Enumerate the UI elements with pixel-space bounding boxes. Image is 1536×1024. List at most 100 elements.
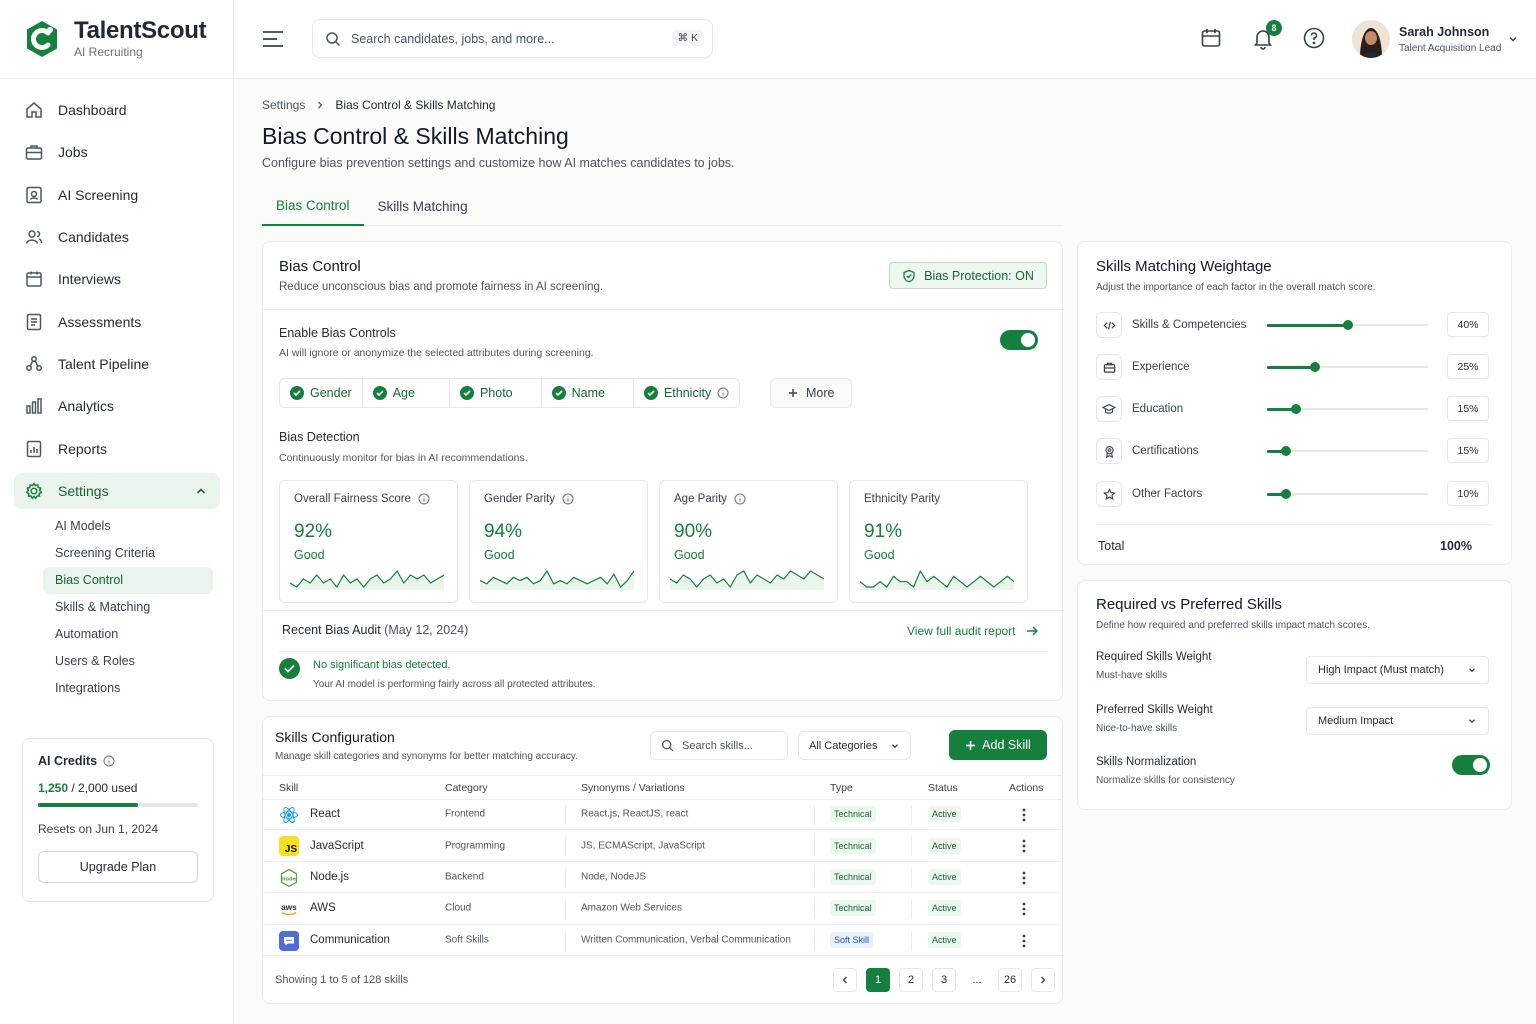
- more-vertical-icon[interactable]: [1022, 902, 1026, 916]
- subnav-automation[interactable]: Automation: [43, 621, 213, 648]
- column-header[interactable]: Synonyms / Variations: [581, 782, 685, 794]
- nav-ai-screening[interactable]: AI Screening: [14, 174, 220, 216]
- metric-card: Age Parity 90% Good: [659, 480, 838, 603]
- nav-dashboard[interactable]: Dashboard: [14, 89, 220, 131]
- weight-percent-input[interactable]: 40%: [1447, 312, 1489, 337]
- preferred-weight-select[interactable]: Medium Impact: [1306, 707, 1489, 735]
- tab-bias-control[interactable]: Bias Control: [262, 186, 364, 226]
- global-search[interactable]: ⌘ K: [312, 19, 713, 58]
- info-icon[interactable]: [418, 493, 430, 505]
- more-attributes-button[interactable]: More: [770, 378, 853, 408]
- column-header[interactable]: Type: [830, 782, 853, 794]
- weight-slider-handle[interactable]: [1281, 446, 1292, 456]
- calendar-icon: [26, 271, 42, 288]
- chat-icon: [279, 930, 299, 951]
- weight-slider-handle[interactable]: [1290, 404, 1301, 414]
- nav-settings[interactable]: Settings: [14, 472, 220, 509]
- weight-slider[interactable]: [1267, 489, 1428, 499]
- upgrade-plan-button[interactable]: Upgrade Plan: [38, 851, 198, 883]
- weight-percent-input[interactable]: 15%: [1447, 396, 1489, 421]
- skills-search[interactable]: Search skills...: [650, 731, 788, 760]
- weight-total-row: Total 100%: [1096, 524, 1492, 553]
- help-icon[interactable]: [1302, 26, 1326, 50]
- weight-percent-input[interactable]: 25%: [1447, 354, 1489, 379]
- breadcrumb: Settings Bias Control & Skills Matching: [262, 98, 495, 112]
- nodejs-icon: node: [279, 868, 299, 888]
- nav-analytics[interactable]: Analytics: [14, 385, 220, 427]
- table-row[interactable]: node Node.js Backend Node, NodeJS Techni…: [263, 862, 1062, 894]
- chip-age[interactable]: Age: [363, 379, 450, 407]
- page-button[interactable]: 3: [932, 968, 956, 992]
- weight-slider[interactable]: [1267, 320, 1428, 330]
- nav-reports[interactable]: Reports: [14, 427, 220, 469]
- nav-interviews[interactable]: Interviews: [14, 258, 220, 300]
- table-row[interactable]: Communication Soft Skills Written Commun…: [263, 925, 1062, 956]
- required-weight-select[interactable]: High Impact (Must match): [1306, 656, 1489, 684]
- weight-slider[interactable]: [1267, 404, 1428, 414]
- chip-ethnicity[interactable]: Ethnicity: [634, 379, 739, 407]
- weight-slider-handle[interactable]: [1281, 489, 1292, 499]
- app-logo[interactable]: TalentScout AI Recruiting: [22, 18, 207, 59]
- next-page-button[interactable]: [1031, 968, 1055, 992]
- tab-skills-matching[interactable]: Skills Matching: [364, 186, 482, 226]
- skill-category: Soft Skills: [445, 934, 489, 946]
- table-row[interactable]: React Frontend React.js, ReactJS, react …: [263, 799, 1062, 831]
- table-row[interactable]: aws AWS Cloud Amazon Web Services Techni…: [263, 893, 1062, 925]
- info-icon[interactable]: [562, 493, 574, 505]
- column-header[interactable]: Category: [445, 782, 488, 794]
- column-header[interactable]: Status: [928, 782, 958, 794]
- weight-percent-input[interactable]: 15%: [1447, 438, 1489, 463]
- breadcrumb-settings[interactable]: Settings: [262, 98, 305, 112]
- status-badge: Active: [928, 868, 961, 885]
- prev-page-button[interactable]: [833, 968, 857, 992]
- chip-label: Age: [392, 386, 415, 400]
- page-button[interactable]: 1: [866, 968, 890, 992]
- menu-icon[interactable]: [262, 30, 284, 48]
- subnav-bias-control[interactable]: Bias Control: [43, 566, 213, 594]
- weight-slider[interactable]: [1267, 362, 1428, 372]
- metric-card: Overall Fairness Score 92% Good: [279, 480, 458, 603]
- view-audit-link[interactable]: View full audit report: [907, 624, 1038, 638]
- page-button[interactable]: 26: [998, 968, 1022, 992]
- table-row[interactable]: JS JavaScript Programming JS, ECMAScript…: [263, 830, 1062, 862]
- more-vertical-icon[interactable]: [1022, 839, 1026, 853]
- pagination: 1 2 3 ... 26: [833, 968, 1055, 992]
- nav-talent-pipeline[interactable]: Talent Pipeline: [14, 343, 220, 385]
- chevron-down-icon[interactable]: [1507, 33, 1519, 45]
- bias-protection-badge: Bias Protection: ON: [889, 262, 1047, 289]
- chip-photo[interactable]: Photo: [450, 379, 542, 407]
- table-footer-summary: Showing 1 to 5 of 128 skills: [275, 974, 409, 986]
- nav-jobs[interactable]: Jobs: [14, 131, 220, 173]
- weight-slider-handle[interactable]: [1310, 362, 1321, 372]
- more-vertical-icon[interactable]: [1022, 808, 1026, 822]
- chip-name[interactable]: Name: [542, 379, 634, 407]
- nav-candidates[interactable]: Candidates: [14, 216, 220, 258]
- calendar-icon[interactable]: [1199, 26, 1223, 50]
- subnav-skills-matching[interactable]: Skills & Matching: [43, 594, 213, 621]
- nav-assessments[interactable]: Assessments: [14, 300, 220, 342]
- chevron-up-icon[interactable]: [194, 484, 208, 498]
- subnav-integrations[interactable]: Integrations: [43, 675, 213, 702]
- weight-slider[interactable]: [1267, 446, 1428, 456]
- subnav-screening-criteria[interactable]: Screening Criteria: [43, 540, 213, 567]
- search-input[interactable]: [351, 31, 661, 46]
- column-header[interactable]: Skill: [279, 782, 298, 794]
- subnav-ai-models[interactable]: AI Models: [43, 513, 213, 540]
- subnav-users-roles[interactable]: Users & Roles: [43, 648, 213, 675]
- user-menu[interactable]: Sarah Johnson Talent Acquisition Lead: [1352, 20, 1519, 58]
- info-icon[interactable]: [734, 493, 746, 505]
- more-vertical-icon[interactable]: [1022, 934, 1026, 948]
- add-skill-button[interactable]: Add Skill: [949, 730, 1047, 760]
- category-filter-select[interactable]: All Categories: [798, 731, 911, 760]
- skill-name: Node.js: [310, 870, 349, 883]
- info-icon[interactable]: [717, 387, 729, 399]
- enable-bias-toggle[interactable]: [1000, 330, 1038, 350]
- normalization-toggle[interactable]: [1452, 755, 1490, 775]
- credits-title: AI Credits: [38, 754, 198, 768]
- weight-percent-input[interactable]: 10%: [1447, 481, 1489, 506]
- more-vertical-icon[interactable]: [1022, 871, 1026, 885]
- info-icon[interactable]: [103, 755, 115, 767]
- chip-gender[interactable]: Gender: [280, 379, 363, 407]
- weight-slider-handle[interactable]: [1342, 320, 1353, 330]
- page-button[interactable]: 2: [899, 968, 923, 992]
